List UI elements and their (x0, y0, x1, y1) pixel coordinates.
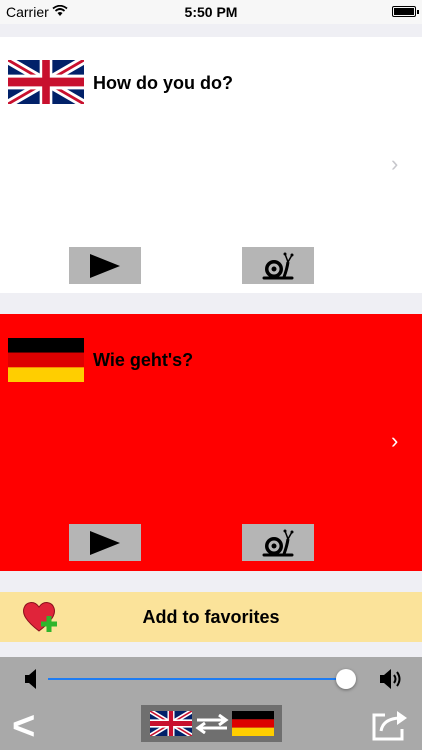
chevron-right-icon[interactable]: › (391, 428, 398, 454)
snail-icon (262, 529, 294, 556)
target-phrase-text: Wie geht's? (93, 350, 194, 370)
status-bar: Carrier 5:50 PM (0, 0, 422, 24)
volume-high-icon (379, 668, 405, 695)
back-button[interactable]: < (12, 706, 35, 746)
battery-icon (392, 6, 419, 17)
snail-icon (262, 252, 294, 279)
play-icon (90, 253, 120, 278)
source-phrase-card[interactable]: How do you do? › (0, 37, 422, 293)
target-phrase-card[interactable]: Wie geht's? › (0, 314, 422, 571)
volume-slider-thumb[interactable] (335, 669, 356, 689)
germany-flag-icon (232, 711, 274, 741)
volume-slider-fill (48, 678, 346, 680)
slow-play-button[interactable] (242, 524, 314, 561)
play-icon (90, 530, 120, 555)
uk-flag-icon (6, 56, 86, 108)
chevron-right-icon[interactable]: › (391, 151, 398, 177)
volume-low-icon (24, 668, 38, 695)
germany-flag-icon (8, 338, 84, 382)
add-to-favorites-label: Add to favorites (142, 607, 280, 627)
share-icon (372, 711, 407, 741)
uk-flag-icon (149, 708, 193, 741)
add-to-favorites-button[interactable]: Add to favorites (0, 592, 422, 642)
share-button[interactable] (371, 707, 411, 746)
status-time: 5:50 PM (184, 4, 238, 20)
swap-arrows-icon (195, 713, 229, 739)
slow-play-button[interactable] (242, 247, 314, 284)
swap-languages-button[interactable] (141, 705, 282, 742)
play-button[interactable] (69, 247, 141, 284)
source-phrase-text: How do you do? (93, 73, 233, 93)
play-button[interactable] (69, 524, 141, 561)
